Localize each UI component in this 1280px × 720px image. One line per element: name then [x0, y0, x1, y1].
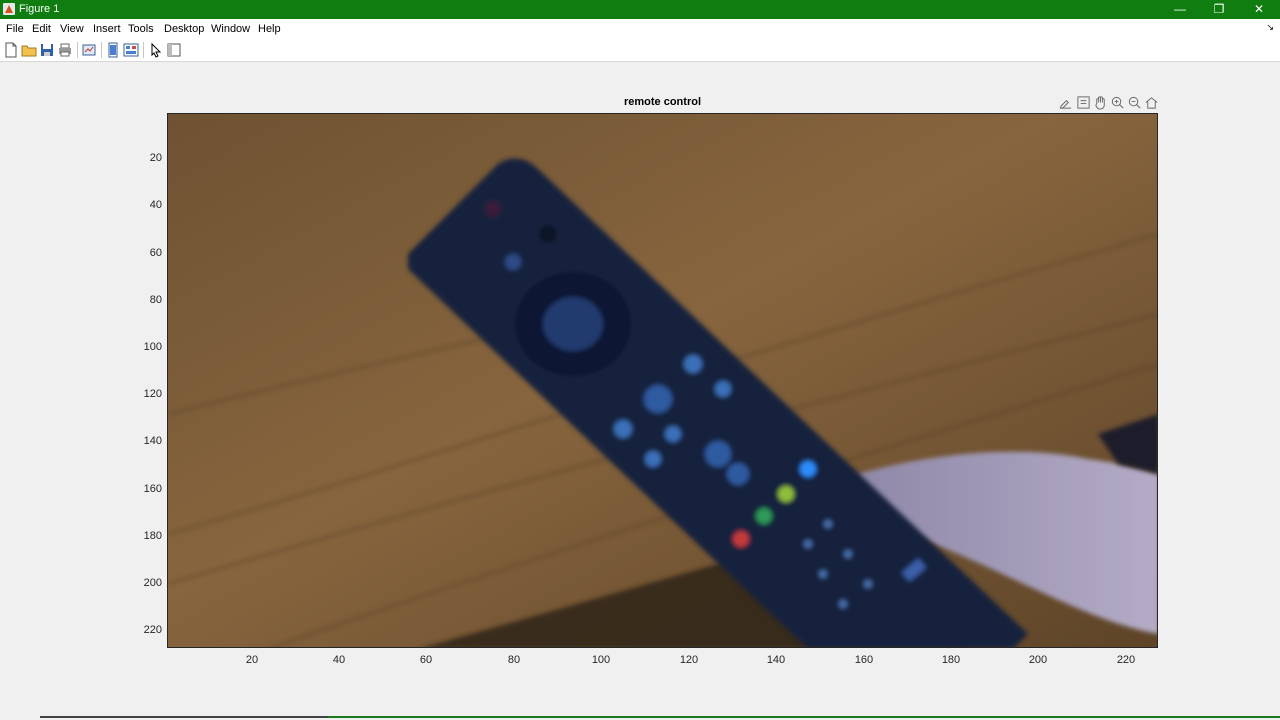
brush-icon[interactable] [1058, 95, 1073, 110]
y-tick-label: 220 [143, 624, 162, 636]
remote-control-photo [168, 114, 1157, 647]
y-tick-label: 40 [149, 199, 162, 211]
toolbar-separator [77, 42, 78, 58]
image-display[interactable] [167, 113, 1158, 648]
window-title-bar: Figure 1 — ❐ ✕ [0, 0, 1280, 19]
minimize-button[interactable]: — [1160, 0, 1200, 19]
x-tick-label: 200 [1028, 654, 1048, 666]
restore-button[interactable]: ❐ [1199, 0, 1239, 19]
new-figure-icon[interactable] [3, 42, 19, 58]
pan-hand-icon[interactable] [1093, 95, 1108, 110]
y-tick-label: 160 [143, 483, 162, 495]
plot-browser-icon[interactable] [166, 42, 182, 58]
figure-toolbar [0, 39, 1280, 62]
y-tick-label: 20 [149, 152, 162, 164]
y-tick-label: 120 [143, 388, 162, 400]
y-tick-label: 100 [143, 341, 162, 353]
x-tick-label: 60 [419, 654, 433, 666]
zoom-out-icon[interactable] [1127, 95, 1142, 110]
menu-insert[interactable]: Insert [93, 23, 121, 35]
menu-tools[interactable]: Tools [128, 23, 154, 35]
y-tick-label: 180 [143, 530, 162, 542]
data-tips-icon[interactable] [1076, 95, 1091, 110]
y-tick-label: 60 [149, 247, 162, 259]
zoom-in-icon[interactable] [1110, 95, 1125, 110]
window-title: Figure 1 [19, 3, 60, 15]
menu-help[interactable]: Help [258, 23, 281, 35]
print-icon[interactable] [57, 42, 73, 58]
x-tick-label: 140 [766, 654, 786, 666]
restore-view-icon[interactable] [1144, 95, 1159, 110]
x-tick-label: 180 [941, 654, 961, 666]
taskbar-edge [40, 716, 328, 718]
hide-tools-icon[interactable] [105, 42, 121, 58]
x-tick-label: 20 [245, 654, 259, 666]
toolbar-separator [143, 42, 144, 58]
y-tick-label: 140 [143, 435, 162, 447]
open-file-icon[interactable] [21, 42, 37, 58]
save-icon[interactable] [39, 42, 55, 58]
y-tick-label: 80 [149, 294, 162, 306]
x-tick-label: 40 [332, 654, 346, 666]
x-tick-label: 100 [591, 654, 611, 666]
menu-view[interactable]: View [60, 23, 84, 35]
edit-plot-arrow-icon[interactable] [148, 42, 164, 58]
link-plot-icon[interactable] [81, 42, 97, 58]
axes-title: remote control [623, 96, 701, 108]
menu-file[interactable]: File [6, 23, 24, 35]
y-tick-label: 200 [143, 577, 162, 589]
dock-figure-icon[interactable]: ↘ [1266, 22, 1274, 33]
toolbar-separator [101, 42, 102, 58]
menu-window[interactable]: Window [211, 23, 250, 35]
matlab-app-icon [3, 3, 15, 15]
x-tick-label: 80 [507, 654, 521, 666]
taskbar-edge [328, 716, 1280, 718]
property-editor-icon[interactable] [123, 42, 139, 58]
x-tick-label: 220 [1116, 654, 1136, 666]
menu-edit[interactable]: Edit [32, 23, 51, 35]
menu-bar: File Edit View Insert Tools Desktop Wind… [0, 19, 1280, 39]
x-tick-label: 160 [854, 654, 874, 666]
x-tick-label: 120 [679, 654, 699, 666]
close-button[interactable]: ✕ [1239, 0, 1279, 19]
menu-desktop[interactable]: Desktop [164, 23, 204, 35]
